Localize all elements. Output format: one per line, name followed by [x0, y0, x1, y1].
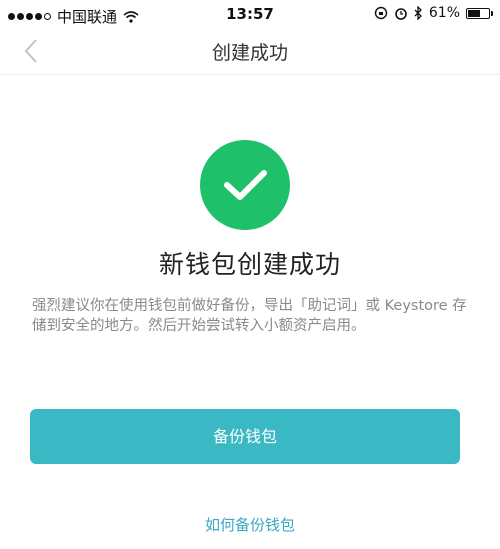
status-bar: 中国联通 13:57 61% — [0, 0, 500, 28]
bluetooth-icon — [414, 6, 422, 20]
status-right: 61% — [374, 5, 493, 21]
nav-bar: 创建成功 — [0, 28, 500, 75]
battery-percent: 61% — [428, 5, 460, 21]
checkmark-icon — [224, 170, 267, 200]
how-to-backup-link[interactable]: 如何备份钱包 — [0, 514, 500, 535]
success-badge — [200, 140, 290, 230]
backup-wallet-button[interactable]: 备份钱包 — [30, 409, 460, 464]
battery-icon — [466, 7, 493, 19]
page-title: 创建成功 — [211, 42, 288, 64]
alarm-icon — [395, 8, 407, 20]
backup-advice-text: 强烈建议你在使用钱包前做好备份，导出「助记词」或 Keystore 存储到安全的… — [32, 298, 467, 334]
lock-rotation-icon — [374, 6, 388, 20]
success-headline: 新钱包创建成功 — [158, 250, 341, 279]
battery-level-fill — [468, 9, 480, 17]
